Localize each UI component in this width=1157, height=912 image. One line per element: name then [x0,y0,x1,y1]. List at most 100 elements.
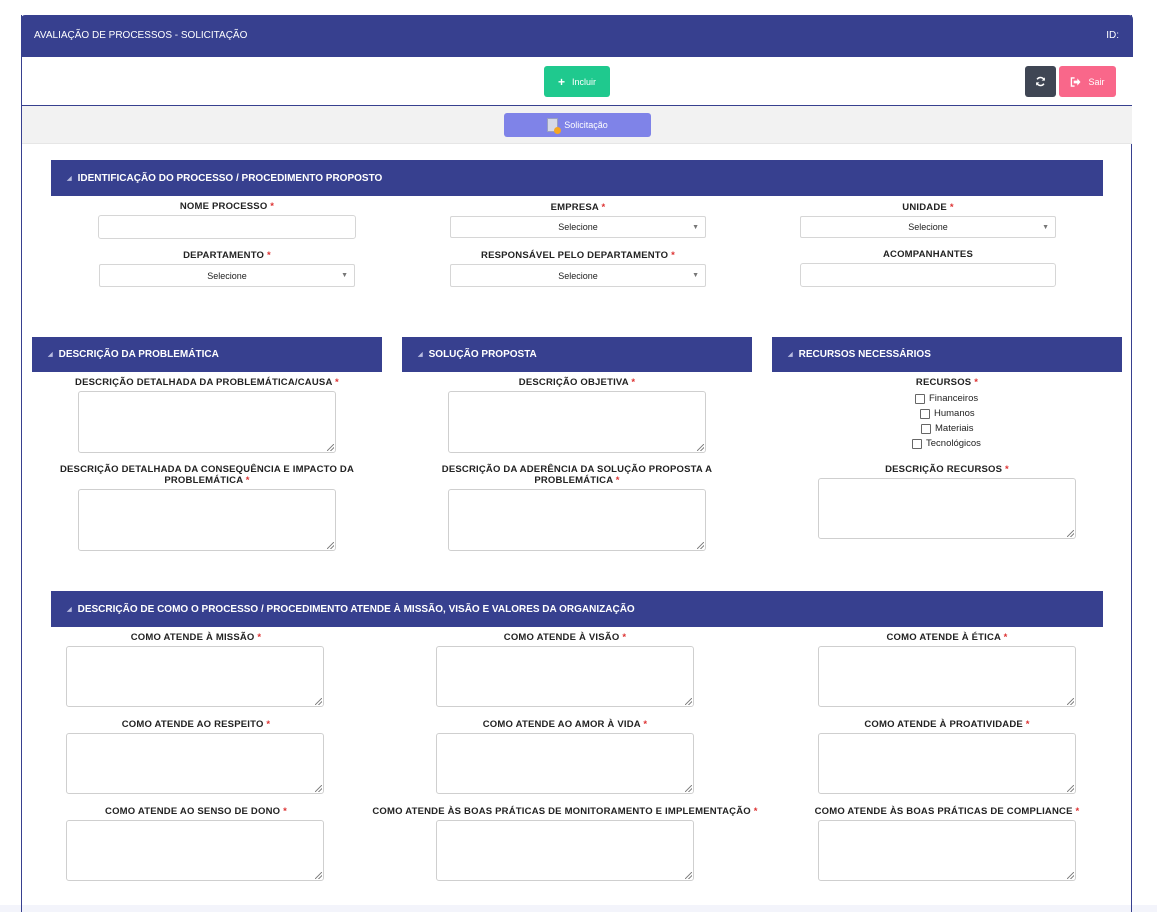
proatividade-textarea[interactable] [818,733,1076,794]
proatividade-label: COMO ATENDE À PROATIVIDADE * [772,719,1122,730]
required-mark: * [1025,719,1030,730]
required-mark: * [245,475,250,486]
required-mark: * [335,377,339,388]
compliance-label: COMO ATENDE ÀS BOAS PRÁTICAS DE COMPLIAN… [772,806,1122,817]
missao-textarea[interactable] [66,646,324,707]
senso-dono-text: COMO ATENDE AO SENSO DE DONO [105,806,281,817]
resize-handle-icon[interactable] [685,785,692,792]
solucao-objetiva-textarea[interactable] [448,391,706,453]
recursos-label: RECURSOS * [772,377,1122,388]
tab-bar: Solicitação [22,106,1132,144]
required-mark: * [266,250,271,261]
respeito-text: COMO ATENDE AO RESPEITO [121,719,264,730]
resize-handle-icon[interactable] [327,444,334,451]
section-identificacao-title: IDENTIFICAÇÃO DO PROCESSO / PROCEDIMENTO… [77,172,383,184]
required-mark: * [974,377,979,388]
checkbox-box[interactable] [921,423,931,434]
respeito-textarea[interactable] [66,733,324,794]
checkbox-box[interactable] [915,393,925,404]
caret-down-icon: ▼ [341,272,348,279]
senso-dono-label: COMO ATENDE AO SENSO DE DONO * [21,806,371,817]
empresa-select[interactable]: Selecione ▼ [450,216,706,238]
resize-handle-icon[interactable] [697,444,704,451]
recurso-tecnologicos-checkbox[interactable]: Tecnológicos [912,438,981,449]
responsavel-select[interactable]: Selecione ▼ [450,264,706,287]
resize-handle-icon[interactable] [327,542,334,549]
page-title: AVALIAÇÃO DE PROCESSOS - SOLICITAÇÃO [34,30,248,41]
resize-handle-icon[interactable] [685,872,692,879]
resize-handle-icon[interactable] [1067,698,1074,705]
collapse-icon: ◢ [418,352,423,358]
refresh-button[interactable] [1025,66,1056,97]
tab-solicitacao[interactable]: Solicitação [504,113,651,137]
missao-text: COMO ATENDE À MISSÃO [130,632,255,643]
required-mark: * [270,201,275,212]
recurso-financeiros-checkbox[interactable]: Financeiros [915,393,978,404]
unidade-label: UNIDADE * [800,202,1056,213]
required-mark: * [1005,464,1009,475]
section-solucao-header[interactable]: ◢ SOLUÇÃO PROPOSTA [402,337,752,372]
responsavel-label: RESPONSÁVEL PELO DEPARTAMENTO * [450,250,706,261]
missao-label: COMO ATENDE À MISSÃO * [21,632,371,643]
problematica-consequencia-textarea[interactable] [78,489,336,551]
descricao-recursos-label: DESCRIÇÃO RECURSOS * [772,464,1122,475]
section-solucao-title: SOLUÇÃO PROPOSTA [428,349,537,360]
resize-handle-icon[interactable] [315,698,322,705]
unidade-select[interactable]: Selecione ▼ [800,216,1056,238]
resize-handle-icon[interactable] [685,698,692,705]
resize-handle-icon[interactable] [1067,785,1074,792]
visao-label: COMO ATENDE À VISÃO * [390,632,740,643]
resize-handle-icon[interactable] [1067,530,1074,537]
monitoramento-textarea[interactable] [436,820,694,881]
section-recursos-header[interactable]: ◢ RECURSOS NECESSÁRIOS [772,337,1122,372]
incluir-button[interactable]: + Incluir [544,66,610,97]
consequencia-line2: PROBLEMÁTICA [164,475,243,486]
recurso-option-label: Tecnológicos [926,438,981,449]
visao-textarea[interactable] [436,646,694,707]
collapse-icon: ◢ [48,352,53,358]
checkbox-box[interactable] [920,408,930,419]
problematica-detalhada-label: DESCRIÇÃO DETALHADA DA PROBLEMÁTICA/CAUS… [32,377,382,388]
checkbox-box[interactable] [912,438,922,449]
amor-vida-textarea[interactable] [436,733,694,794]
resize-handle-icon[interactable] [697,542,704,549]
section-problematica-header[interactable]: ◢ DESCRIÇÃO DA PROBLEMÁTICA [32,337,382,372]
section-problematica-title: DESCRIÇÃO DA PROBLEMÁTICA [58,349,219,360]
caret-down-icon: ▼ [1042,224,1049,231]
window-titlebar: AVALIAÇÃO DE PROCESSOS - SOLICITAÇÃO ID: [21,15,1133,57]
nome-processo-label: NOME PROCESSO * [98,201,356,212]
visao-text: COMO ATENDE À VISÃO [503,632,620,643]
acompanhantes-label: ACOMPANHANTES [882,249,974,260]
etica-textarea[interactable] [818,646,1076,707]
section-identificacao-header[interactable]: ◢ IDENTIFICAÇÃO DO PROCESSO / PROCEDIMEN… [51,160,1103,196]
required-mark: * [753,806,758,817]
aderencia-line2: PROBLEMÁTICA [534,475,613,486]
acompanhantes-input[interactable] [800,263,1056,287]
descricao-recursos-textarea[interactable] [818,478,1076,539]
required-mark: * [1003,632,1008,643]
compliance-textarea[interactable] [818,820,1076,881]
required-mark: * [257,632,262,643]
senso-dono-textarea[interactable] [66,820,324,881]
required-mark: * [283,806,287,817]
empresa-label: EMPRESA * [450,202,706,213]
plus-icon: + [557,74,565,89]
respeito-label: COMO ATENDE AO RESPEITO * [21,719,371,730]
sair-button[interactable]: Sair [1059,66,1116,97]
required-mark: * [671,250,675,261]
section-missao-title: DESCRIÇÃO DE COMO O PROCESSO / PROCEDIME… [77,603,635,615]
recurso-materiais-checkbox[interactable]: Materiais [921,423,974,434]
monitoramento-label: COMO ATENDE ÀS BOAS PRÁTICAS DE MONITORA… [340,806,790,817]
section-missao-header[interactable]: ◢ DESCRIÇÃO DE COMO O PROCESSO / PROCEDI… [51,591,1103,627]
toolbar: + Incluir Sair [22,57,1132,106]
recurso-humanos-checkbox[interactable]: Humanos [920,408,975,419]
nome-processo-input[interactable] [98,215,356,239]
resize-handle-icon[interactable] [1067,872,1074,879]
solucao-objetiva-label: DESCRIÇÃO OBJETIVA * [402,377,752,388]
departamento-select[interactable]: Selecione ▼ [99,264,355,287]
solucao-aderencia-textarea[interactable] [448,489,706,551]
resize-handle-icon[interactable] [315,872,322,879]
resize-handle-icon[interactable] [315,785,322,792]
problematica-detalhada-textarea[interactable] [78,391,336,453]
sign-out-icon [1071,76,1081,87]
